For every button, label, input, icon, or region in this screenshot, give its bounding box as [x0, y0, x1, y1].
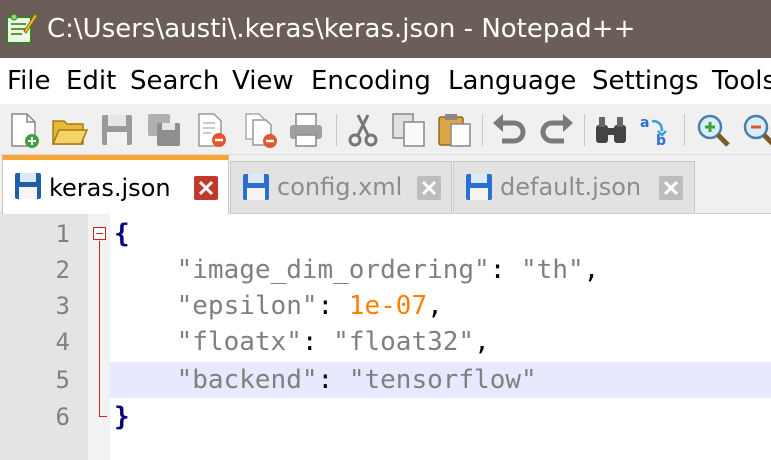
line-number: 3: [55, 292, 70, 320]
cut-icon[interactable]: [344, 111, 382, 149]
file-saved-icon: [243, 174, 269, 200]
open-file-icon[interactable]: [50, 111, 88, 149]
close-tab-icon[interactable]: [658, 175, 684, 201]
json-key: "floatx": [176, 327, 302, 357]
line-number: 5: [55, 366, 70, 394]
svg-text:a: a: [640, 115, 649, 131]
close-icon[interactable]: [193, 111, 231, 149]
json-value: "float32": [333, 327, 475, 357]
undo-icon[interactable]: [490, 111, 528, 149]
tab-bar: keras.json config.xml default.json: [0, 155, 771, 214]
line-number: 1: [55, 220, 70, 248]
zoom-out-icon[interactable]: [740, 111, 771, 149]
toolbar-separator: [684, 114, 685, 146]
menu-bar: File Edit Search View Encoding Language …: [0, 58, 771, 104]
find-icon[interactable]: [592, 111, 630, 149]
code-line: 6 }: [0, 399, 771, 435]
replace-icon[interactable]: ab: [638, 111, 676, 149]
menu-settings[interactable]: Settings: [592, 64, 699, 98]
close-brace: }: [114, 402, 130, 432]
close-all-icon[interactable]: [243, 111, 281, 149]
tab-label: config.xml: [277, 173, 403, 201]
tab-label: default.json: [500, 173, 642, 201]
line-content: "backend": "tensorflow": [176, 365, 537, 395]
close-tab-icon[interactable]: [416, 175, 442, 201]
json-value: 1e-07: [348, 291, 428, 321]
open-brace: {: [114, 219, 130, 249]
menu-search[interactable]: Search: [130, 64, 219, 98]
file-saved-icon: [466, 174, 492, 200]
copy-icon[interactable]: [390, 111, 428, 149]
code-line: 4 "floatx": "float32",: [0, 324, 771, 360]
code-line: 1 {: [0, 216, 771, 252]
print-icon[interactable]: [287, 111, 325, 149]
fold-line: [99, 241, 100, 417]
json-key: "epsilon": [176, 291, 318, 321]
save-all-icon[interactable]: [145, 111, 183, 149]
line-number: 2: [55, 256, 70, 284]
toolbar-separator: [336, 114, 337, 146]
new-file-icon[interactable]: [4, 111, 42, 149]
tab-keras-json[interactable]: keras.json: [2, 155, 229, 214]
json-value: "th": [521, 255, 584, 285]
menu-file[interactable]: File: [7, 64, 51, 98]
tab-label: keras.json: [49, 174, 171, 202]
code-editor[interactable]: 1 { 2 "image_dim_ordering": "th", 3 "eps…: [0, 214, 771, 460]
line-content: "epsilon": 1e-07,: [176, 291, 443, 321]
toolbar-separator: [482, 114, 483, 146]
line-content: "floatx": "float32",: [176, 327, 490, 357]
notepad-plus-plus-icon: [6, 13, 38, 44]
json-value: "tensorflow": [348, 365, 537, 395]
fold-toggle-icon[interactable]: [93, 227, 106, 240]
tab-default-json[interactable]: default.json: [453, 161, 695, 213]
zoom-in-icon[interactable]: [694, 111, 732, 149]
code-line: 2 "image_dim_ordering": "th",: [0, 252, 771, 288]
line-number: 4: [55, 328, 70, 356]
line-content: "image_dim_ordering": "th",: [176, 255, 600, 285]
menu-encoding[interactable]: Encoding: [311, 64, 431, 98]
tab-config-xml[interactable]: config.xml: [230, 161, 452, 213]
file-saved-icon: [15, 173, 41, 199]
menu-language[interactable]: Language: [448, 64, 576, 98]
save-icon[interactable]: [98, 111, 136, 149]
toolbar: ab: [0, 104, 771, 155]
menu-tools[interactable]: Tools: [712, 64, 771, 98]
paste-icon[interactable]: [436, 111, 474, 149]
line-content: }: [114, 399, 130, 435]
menu-edit[interactable]: Edit: [66, 64, 116, 98]
close-tab-icon[interactable]: [193, 175, 219, 201]
window-title: C:\Users\austi\.keras\keras.json - Notep…: [47, 14, 636, 44]
redo-icon[interactable]: [538, 111, 576, 149]
line-number: 6: [55, 403, 70, 431]
toolbar-separator: [584, 114, 585, 146]
json-key: "image_dim_ordering": [176, 255, 490, 285]
menu-view[interactable]: View: [232, 64, 294, 98]
code-line: 5 "backend": "tensorflow": [0, 362, 771, 398]
fold-end-marker: [99, 416, 107, 417]
json-key: "backend": [176, 365, 318, 395]
line-content: {: [114, 216, 130, 252]
title-bar[interactable]: C:\Users\austi\.keras\keras.json - Notep…: [0, 0, 771, 58]
code-line: 3 "epsilon": 1e-07,: [0, 288, 771, 324]
